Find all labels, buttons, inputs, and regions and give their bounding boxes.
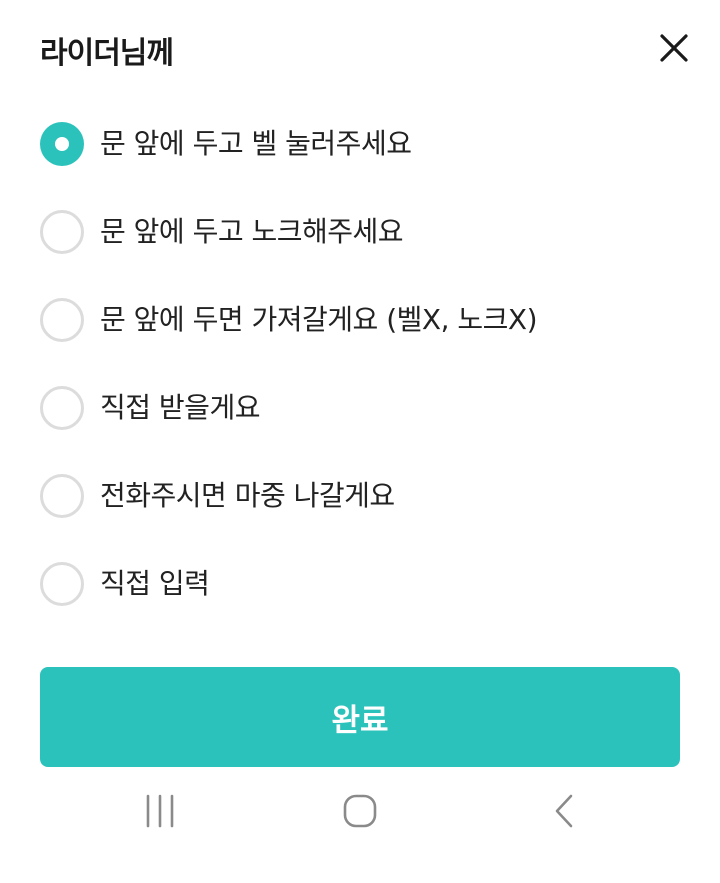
- home-button[interactable]: [320, 791, 400, 855]
- option-label: 전화주시면 마중 나갈게요: [100, 479, 395, 512]
- recents-icon: [146, 794, 174, 828]
- option-knock[interactable]: 문 앞에 두고 노크해주세요: [40, 204, 680, 292]
- option-leave-at-door[interactable]: 문 앞에 두면 가져갈게요 (벨X, 노크X): [40, 292, 680, 380]
- radio-button[interactable]: [40, 562, 84, 606]
- sheet-header: 라이더님께: [40, 28, 692, 80]
- close-icon: [660, 34, 688, 62]
- option-label: 문 앞에 두고 노크해주세요: [100, 215, 404, 248]
- recents-button[interactable]: [120, 791, 200, 855]
- home-icon: [343, 794, 377, 828]
- close-button[interactable]: [640, 28, 692, 76]
- bottom-sheet: 라이더님께 문 앞에 두고 벨 눌러주세요 문 앞에 두고 노크해주세요 문 앞…: [0, 0, 720, 883]
- confirm-button[interactable]: 완료: [40, 667, 680, 767]
- option-ring-bell[interactable]: 문 앞에 두고 벨 눌러주세요: [40, 116, 680, 204]
- request-options-list: 문 앞에 두고 벨 눌러주세요 문 앞에 두고 노크해주세요 문 앞에 두면 가…: [40, 116, 680, 644]
- radio-button[interactable]: [40, 386, 84, 430]
- option-receive-directly[interactable]: 직접 받을게요: [40, 380, 680, 468]
- option-custom-input[interactable]: 직접 입력: [40, 556, 680, 644]
- option-label: 직접 입력: [100, 567, 210, 600]
- radio-button[interactable]: [40, 298, 84, 342]
- option-call-me[interactable]: 전화주시면 마중 나갈게요: [40, 468, 680, 556]
- option-label: 문 앞에 두면 가져갈게요 (벨X, 노크X): [100, 303, 538, 336]
- radio-button-selected[interactable]: [40, 122, 84, 166]
- back-button[interactable]: [524, 791, 604, 855]
- radio-button[interactable]: [40, 474, 84, 518]
- system-navigation-bar: [0, 781, 720, 883]
- radio-button[interactable]: [40, 210, 84, 254]
- option-label: 직접 받을게요: [100, 391, 260, 424]
- option-label: 문 앞에 두고 벨 눌러주세요: [100, 127, 412, 160]
- sheet-title: 라이더님께: [40, 36, 174, 71]
- back-icon: [555, 794, 573, 828]
